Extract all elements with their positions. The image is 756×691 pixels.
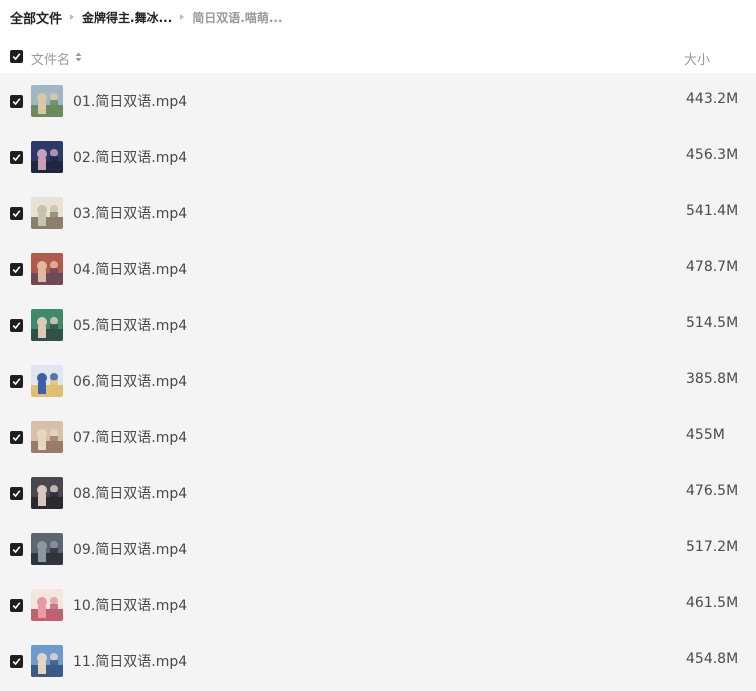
chevron-right-icon — [180, 14, 185, 20]
file-checkbox[interactable] — [10, 375, 23, 388]
file-size: 476.5M — [686, 483, 739, 499]
file-row[interactable]: 05.简日双语.mp4 514.5M — [0, 297, 756, 353]
video-thumbnail[interactable] — [31, 533, 63, 565]
file-row[interactable]: 09.简日双语.mp4 517.2M — [0, 521, 756, 577]
video-thumbnail[interactable] — [31, 477, 63, 509]
file-checkbox[interactable] — [10, 263, 23, 276]
video-thumbnail[interactable] — [31, 645, 63, 677]
file-size: 461.5M — [686, 595, 739, 611]
file-name[interactable]: 04.简日双语.mp4 — [73, 259, 187, 279]
file-row[interactable]: 08.简日双语.mp4 476.5M — [0, 465, 756, 521]
chevron-right-icon — [70, 14, 75, 20]
check-icon — [12, 434, 21, 442]
breadcrumb-root[interactable]: 全部文件 — [10, 8, 62, 27]
file-row[interactable]: 10.简日双语.mp4 461.5M — [0, 577, 756, 633]
check-icon — [12, 154, 21, 162]
file-name[interactable]: 10.简日双语.mp4 — [73, 595, 187, 615]
file-size: 385.8M — [686, 371, 739, 387]
file-checkbox[interactable] — [10, 431, 23, 444]
file-size: 517.2M — [686, 539, 739, 555]
file-name[interactable]: 09.简日双语.mp4 — [73, 539, 187, 559]
file-checkbox[interactable] — [10, 655, 23, 668]
file-checkbox[interactable] — [10, 151, 23, 164]
file-size: 443.2M — [686, 91, 739, 107]
breadcrumb-folder[interactable]: 金牌得主.舞冰... — [82, 9, 172, 26]
file-name[interactable]: 02.简日双语.mp4 — [73, 147, 187, 167]
video-thumbnail[interactable] — [31, 197, 63, 229]
file-checkbox[interactable] — [10, 487, 23, 500]
select-all-checkbox[interactable] — [10, 50, 23, 63]
video-thumbnail[interactable] — [31, 421, 63, 453]
file-size: 455M — [686, 427, 725, 443]
file-name[interactable]: 11.简日双语.mp4 — [73, 651, 187, 671]
column-header-name-label: 文件名 — [31, 53, 71, 68]
breadcrumb: 全部文件 金牌得主.舞冰... 简日双语.喵萌... — [10, 0, 283, 34]
file-row[interactable]: 04.简日双语.mp4 478.7M — [0, 241, 756, 297]
check-icon — [12, 210, 21, 218]
check-icon — [12, 490, 21, 498]
check-icon — [12, 602, 21, 610]
file-row[interactable]: 07.简日双语.mp4 455M — [0, 409, 756, 465]
file-size: 541.4M — [686, 203, 739, 219]
check-icon — [12, 98, 21, 106]
file-name[interactable]: 01.简日双语.mp4 — [73, 91, 187, 111]
video-thumbnail[interactable] — [31, 365, 63, 397]
file-checkbox[interactable] — [10, 95, 23, 108]
video-thumbnail[interactable] — [31, 141, 63, 173]
breadcrumb-current: 简日双语.喵萌... — [192, 10, 283, 25]
file-checkbox[interactable] — [10, 207, 23, 220]
check-icon — [12, 658, 21, 666]
check-icon — [12, 266, 21, 274]
file-row[interactable]: 03.简日双语.mp4 541.4M — [0, 185, 756, 241]
file-name[interactable]: 08.简日双语.mp4 — [73, 483, 187, 503]
file-name[interactable]: 07.简日双语.mp4 — [73, 427, 187, 447]
file-size: 454.8M — [686, 651, 739, 667]
check-icon — [12, 378, 21, 386]
check-icon — [12, 53, 21, 61]
video-thumbnail[interactable] — [31, 309, 63, 341]
file-name[interactable]: 05.简日双语.mp4 — [73, 315, 187, 335]
file-name[interactable]: 06.简日双语.mp4 — [73, 371, 187, 391]
file-checkbox[interactable] — [10, 543, 23, 556]
file-row[interactable]: 01.简日双语.mp4 443.2M — [0, 73, 756, 129]
check-icon — [12, 322, 21, 330]
file-size: 514.5M — [686, 315, 739, 331]
check-icon — [12, 546, 21, 554]
video-thumbnail[interactable] — [31, 253, 63, 285]
file-size: 456.3M — [686, 147, 739, 163]
column-header-name[interactable]: 文件名 — [31, 49, 82, 68]
sort-icon[interactable] — [75, 51, 82, 66]
video-thumbnail[interactable] — [31, 589, 63, 621]
column-header-size[interactable]: 大小 — [684, 49, 710, 68]
file-checkbox[interactable] — [10, 319, 23, 332]
file-list: 01.简日双语.mp4 443.2M 02.简日双语.mp4 456.3M 03.简日双… — [0, 73, 756, 691]
file-size: 478.7M — [686, 259, 739, 275]
file-list-header: 文件名 大小 — [0, 40, 756, 74]
file-checkbox[interactable] — [10, 599, 23, 612]
file-name[interactable]: 03.简日双语.mp4 — [73, 203, 187, 223]
file-row[interactable]: 06.简日双语.mp4 385.8M — [0, 353, 756, 409]
file-row[interactable]: 02.简日双语.mp4 456.3M — [0, 129, 756, 185]
file-row[interactable]: 11.简日双语.mp4 454.8M — [0, 633, 756, 689]
video-thumbnail[interactable] — [31, 85, 63, 117]
